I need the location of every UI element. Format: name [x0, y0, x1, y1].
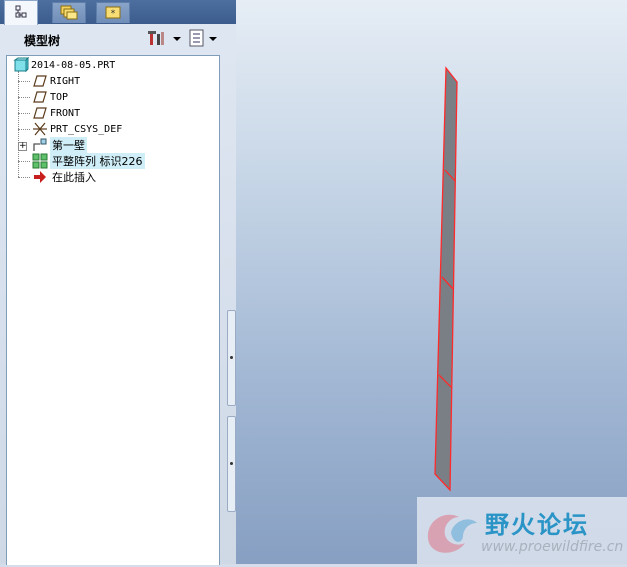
grip-dot	[230, 462, 233, 465]
chevron-down-icon	[209, 37, 217, 41]
navigator-panel: * 模型树 + 2014-08-05.PRT RIGHT TOP FRONT P…	[0, 0, 236, 565]
navigator-tab-strip: *	[0, 0, 236, 25]
tree-item-label: 2014-08-05.PRT	[31, 59, 116, 71]
model-tree-tab[interactable]	[4, 0, 38, 25]
sheetmetal-part-view	[434, 66, 458, 492]
list-settings-icon	[188, 29, 206, 50]
forum-watermark: 野火论坛 www.proewildfire.cn	[417, 497, 627, 564]
tools-icon	[148, 29, 170, 50]
tree-item-csys[interactable]: PRT_CSYS_DEF	[32, 121, 122, 137]
tree-item-label: 第一壁	[50, 137, 87, 153]
datum-plane-icon	[32, 105, 48, 121]
grip-dot	[230, 356, 233, 359]
tree-connector	[18, 113, 30, 114]
tree-item-label: PRT_CSYS_DEF	[50, 123, 123, 135]
tree-item-label: 平整阵列 标识226	[50, 153, 145, 169]
tree-connector	[18, 161, 30, 162]
panel-splitter[interactable]	[227, 310, 236, 512]
tree-item-label: FRONT	[50, 107, 81, 119]
model-tree: + 2014-08-05.PRT RIGHT TOP FRONT PRT_CSY…	[6, 55, 220, 565]
part-icon	[13, 56, 30, 73]
tree-item-first-wall[interactable]: 第一壁	[32, 137, 87, 153]
datum-plane-icon	[32, 73, 48, 89]
tree-item-front[interactable]: FRONT	[32, 105, 80, 121]
tree-item-label: RIGHT	[50, 75, 81, 87]
first-wall-icon	[32, 137, 48, 153]
tree-item-pattern[interactable]: 平整阵列 标识226	[32, 153, 145, 169]
favorites-folder-icon: *	[104, 4, 122, 23]
splitter-grip[interactable]	[227, 416, 236, 512]
pattern-icon	[32, 153, 48, 169]
tree-item-label: TOP	[50, 91, 69, 103]
folder-browser-tab[interactable]	[52, 2, 86, 23]
tree-item-part[interactable]: 2014-08-05.PRT	[13, 56, 116, 73]
tree-item-top[interactable]: TOP	[32, 89, 68, 105]
tree-item-right[interactable]: RIGHT	[32, 73, 80, 89]
svg-text:*: *	[111, 9, 116, 19]
tree-structure-icon	[13, 4, 29, 23]
tree-item-label: 在此插入	[52, 171, 96, 184]
tree-connector	[18, 129, 30, 130]
watermark-title: 野火论坛	[485, 511, 589, 539]
favorites-tab[interactable]: *	[96, 2, 130, 23]
tree-display-button[interactable]	[188, 28, 217, 50]
model-tree-title: 模型树	[24, 34, 61, 48]
folders-icon	[60, 4, 78, 23]
tree-settings-button[interactable]	[148, 28, 181, 50]
tree-item-insert-here[interactable]: 在此插入	[32, 169, 98, 185]
model-tree-header: 模型树	[6, 26, 226, 54]
coordinate-system-icon	[32, 121, 48, 137]
datum-plane-icon	[32, 89, 48, 105]
wildfire-logo-icon	[421, 503, 481, 562]
tree-connector	[18, 97, 30, 98]
tree-connector	[18, 81, 30, 82]
splitter-grip[interactable]	[227, 310, 236, 406]
graphics-viewport[interactable]	[236, 0, 627, 564]
insert-here-arrow-icon	[32, 169, 48, 185]
expand-toggle[interactable]: +	[18, 142, 27, 151]
watermark-url: www.proewildfire.cn	[481, 539, 624, 555]
chevron-down-icon	[173, 37, 181, 41]
tree-connector	[18, 177, 30, 178]
